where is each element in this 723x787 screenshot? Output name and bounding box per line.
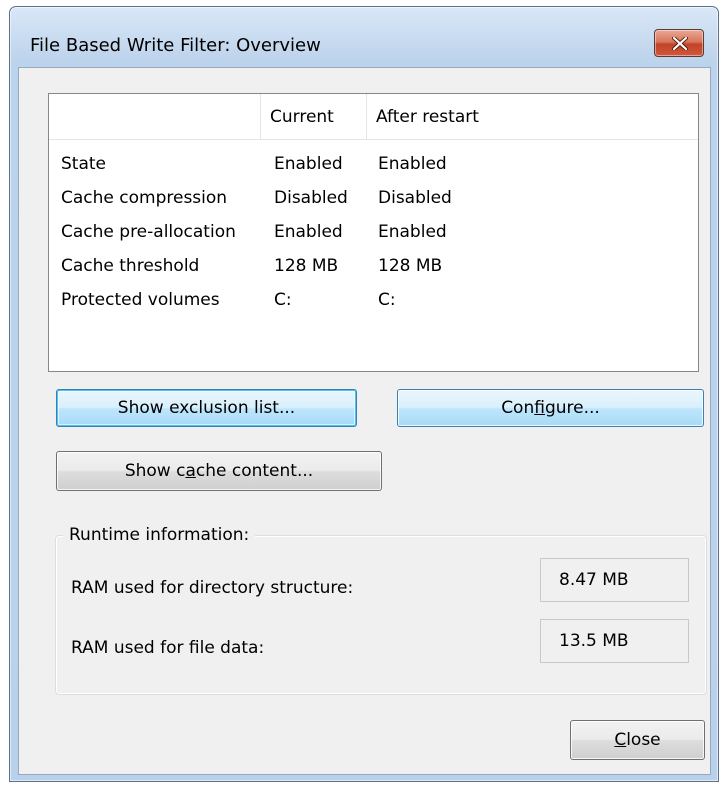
column-header-current[interactable]: Current	[261, 94, 367, 140]
list-row-protected-volumes[interactable]: Protected volumes C: C:	[49, 283, 698, 317]
button-label-end: lose	[626, 730, 661, 750]
list-row-state[interactable]: State Enabled Enabled	[49, 147, 698, 181]
window-title: File Based Write Filter: Overview	[30, 35, 321, 56]
row-after-restart: Disabled	[378, 188, 452, 208]
configure-button[interactable]: Configure...	[397, 389, 704, 427]
ram-file-data-value: 13.5 MB	[540, 619, 689, 663]
list-row-cache-pre-allocation[interactable]: Cache pre-allocation Enabled Enabled	[49, 215, 698, 249]
list-header: Current After restart	[49, 94, 698, 140]
row-after-restart: C:	[378, 290, 396, 310]
row-after-restart: Enabled	[378, 154, 447, 174]
button-label-accelerator: f	[534, 398, 545, 418]
button-label-accelerator: C	[614, 730, 627, 750]
button-label-end: che content...	[195, 461, 314, 481]
button-label-end: igure...	[544, 398, 600, 418]
row-after-restart: 128 MB	[378, 256, 443, 276]
show-cache-content-button[interactable]: Show cache content...	[56, 451, 382, 491]
row-current: Enabled	[274, 154, 343, 174]
row-current: Disabled	[274, 188, 348, 208]
button-label-accelerator: a	[185, 461, 196, 481]
row-name: Cache compression	[61, 188, 228, 208]
list-row-cache-compression[interactable]: Cache compression Disabled Disabled	[49, 181, 698, 215]
close-button[interactable]: Close	[570, 720, 705, 760]
button-label-start: Con	[501, 398, 535, 418]
row-name: Protected volumes	[61, 290, 220, 310]
row-current: 128 MB	[274, 256, 339, 276]
row-name: Cache pre-allocation	[61, 222, 236, 242]
row-name: State	[61, 154, 106, 174]
row-current: C:	[274, 290, 292, 310]
list-row-cache-threshold[interactable]: Cache threshold 128 MB 128 MB	[49, 249, 698, 283]
show-exclusion-list-button[interactable]: Show exclusion list...	[56, 389, 357, 427]
runtime-information-legend: Runtime information:	[63, 523, 256, 547]
column-header-after-restart[interactable]: After restart	[367, 94, 698, 140]
ram-directory-label: RAM used for directory structure:	[71, 578, 354, 598]
ram-file-data-label: RAM used for file data:	[71, 638, 265, 658]
dialog-window: File Based Write Filter: Overview Curren…	[9, 6, 719, 782]
row-after-restart: Enabled	[378, 222, 447, 242]
dialog-client-area: Current After restart State Enabled Enab…	[18, 67, 711, 775]
column-header-name[interactable]	[49, 94, 261, 140]
button-label-start: Show c	[124, 461, 186, 481]
window-close-button[interactable]	[654, 29, 704, 57]
button-label: Show exclusion list...	[117, 398, 296, 418]
ram-directory-value: 8.47 MB	[540, 558, 689, 602]
row-name: Cache threshold	[61, 256, 200, 276]
row-current: Enabled	[274, 222, 343, 242]
close-x-icon	[672, 37, 688, 50]
title-bar[interactable]: File Based Write Filter: Overview	[10, 7, 718, 59]
overview-list[interactable]: Current After restart State Enabled Enab…	[48, 93, 699, 372]
